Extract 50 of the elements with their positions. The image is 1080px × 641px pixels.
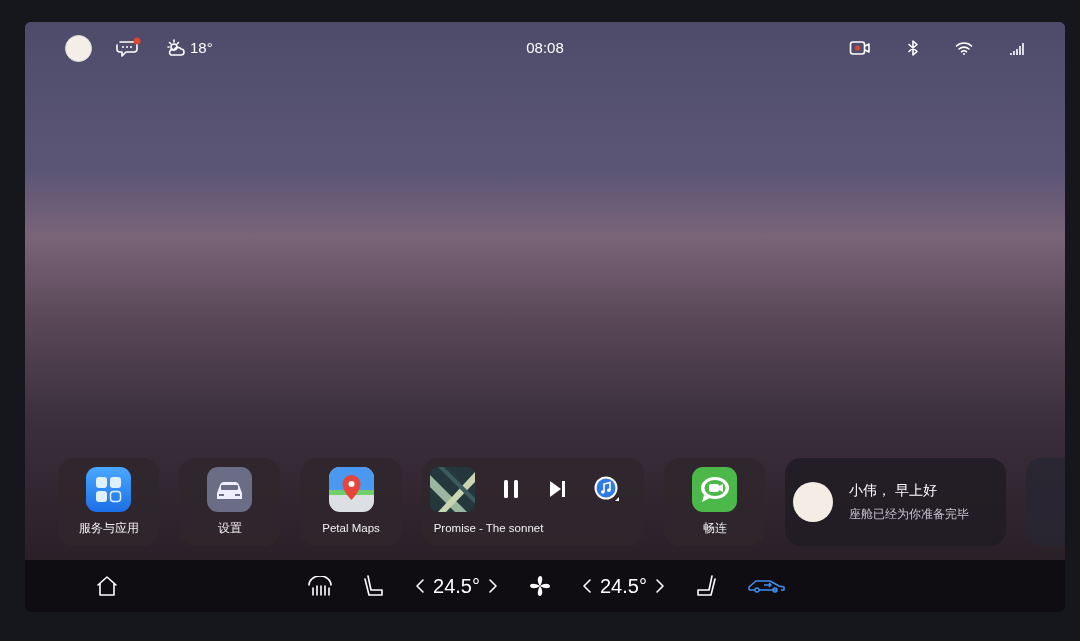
passenger-temperature: 24.5° <box>600 574 647 599</box>
app-tile[interactable]: Petal Maps <box>300 458 402 546</box>
temperature-text: 18° <box>190 37 213 58</box>
decrease-button[interactable] <box>415 578 426 594</box>
album-art <box>429 466 475 512</box>
car-settings-icon[interactable] <box>207 466 253 512</box>
fan-icon <box>528 574 552 598</box>
seat-heating-button[interactable] <box>694 574 717 598</box>
chevron-left-icon <box>415 578 426 594</box>
app-tile[interactable]: 服务与应用 <box>58 458 160 546</box>
weather-icon <box>166 39 186 57</box>
greeting-title: 小伟， 早上好 <box>849 482 938 501</box>
app-label: 畅连 <box>702 520 727 536</box>
music-app-icon[interactable] <box>593 476 620 503</box>
signal-icon[interactable] <box>1009 41 1025 55</box>
seat-icon <box>363 574 386 598</box>
increase-button[interactable] <box>654 578 665 594</box>
dashcam-icon[interactable] <box>849 40 871 56</box>
chevron-right-icon <box>488 578 498 594</box>
user-avatar <box>793 482 834 522</box>
pause-button[interactable] <box>502 479 521 500</box>
next-track-button[interactable] <box>548 480 567 499</box>
chevron-left-icon <box>582 578 592 594</box>
decrease-button[interactable] <box>582 578 592 594</box>
next-icon <box>548 480 567 499</box>
seat-icon <box>694 574 717 598</box>
chat-app-icon[interactable] <box>692 466 738 512</box>
defrost-button[interactable] <box>307 576 334 596</box>
defrost-icon <box>307 576 334 596</box>
seat-heating-button[interactable] <box>363 574 386 598</box>
increase-button[interactable] <box>488 578 498 594</box>
wifi-icon[interactable] <box>955 41 973 55</box>
app-tile[interactable]: 设置 <box>179 458 281 546</box>
map-pin-icon[interactable] <box>328 466 374 512</box>
message-icon[interactable] <box>116 37 142 59</box>
app-label: Petal Maps <box>322 520 380 536</box>
app-label: 服务与应用 <box>78 520 139 536</box>
clock-time: 08:08 <box>526 37 564 58</box>
app-tile[interactable]: 畅连 <box>663 458 766 546</box>
home-icon <box>95 574 119 598</box>
apps-grid-icon[interactable] <box>86 466 132 512</box>
app-label: 设置 <box>217 520 242 536</box>
driver-temperature: 24.5° <box>433 574 480 599</box>
bluetooth-icon[interactable] <box>907 40 919 56</box>
song-title: Promise - The sonnet <box>432 520 545 536</box>
greeting-subtitle: 座舱已经为你准备完毕 <box>849 506 970 522</box>
fan-button[interactable] <box>528 574 552 598</box>
home-button[interactable] <box>95 574 119 598</box>
pause-icon <box>502 479 521 500</box>
chevron-right-icon <box>654 578 665 594</box>
